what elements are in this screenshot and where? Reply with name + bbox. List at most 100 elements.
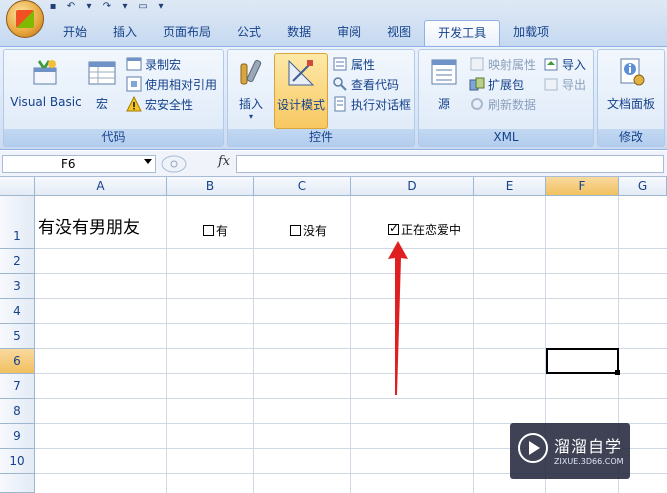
import-icon bbox=[544, 58, 558, 71]
redo-dropdown-icon[interactable]: ▾ bbox=[118, 1, 132, 13]
row-header-7[interactable]: 7 bbox=[0, 374, 35, 399]
redo-icon[interactable]: ↷ bbox=[100, 1, 114, 13]
record-macro-button[interactable]: 录制宏 bbox=[126, 54, 224, 74]
column-header-g[interactable]: G bbox=[619, 177, 667, 196]
column-header-d[interactable]: D bbox=[351, 177, 474, 196]
checkbox-meiyou-label: 没有 bbox=[303, 224, 328, 238]
column-header-e[interactable]: E bbox=[474, 177, 546, 196]
insert-function-button[interactable]: fx bbox=[218, 154, 230, 169]
xml-source-button[interactable]: 源 bbox=[423, 56, 465, 112]
warning-icon bbox=[126, 96, 142, 112]
ribbon: Visual Basic 宏 录制宏 使用相对引用 宏安全性 代码 插入 ▾ 设… bbox=[0, 46, 667, 150]
export-button[interactable]: 导出 bbox=[543, 74, 593, 94]
document-panel-button[interactable]: 文档面板 bbox=[598, 56, 664, 112]
row-header-1[interactable]: 1 bbox=[0, 196, 35, 249]
customize-qat-icon[interactable]: ▾ bbox=[154, 1, 168, 13]
formula-input[interactable] bbox=[236, 155, 664, 173]
formula-bar: F6 fx bbox=[0, 151, 667, 177]
checkbox-you-label: 有 bbox=[216, 224, 229, 238]
row-header-2[interactable]: 2 bbox=[0, 249, 35, 274]
row-header-9[interactable]: 9 bbox=[0, 424, 35, 449]
document-panel-icon bbox=[620, 58, 645, 86]
map-properties-label: 映射属性 bbox=[488, 57, 537, 72]
visual-basic-button[interactable]: Visual Basic bbox=[6, 56, 86, 109]
save-icon[interactable]: ▪ bbox=[46, 1, 60, 13]
column-header-b[interactable]: B bbox=[167, 177, 254, 196]
undo-icon[interactable]: ↶ bbox=[64, 1, 78, 13]
view-code-label: 查看代码 bbox=[351, 77, 400, 92]
row-header-11[interactable] bbox=[0, 474, 35, 493]
code-small-buttons: 录制宏 使用相对引用 宏安全性 bbox=[126, 54, 224, 114]
tab-review[interactable]: 审阅 bbox=[324, 20, 374, 46]
tab-page-layout[interactable]: 页面布局 bbox=[150, 20, 224, 46]
watermark: 溜溜自学 ZIXUE.3D66.COM bbox=[510, 423, 630, 479]
insert-control-button[interactable]: 插入 ▾ bbox=[230, 56, 272, 121]
column-header-a[interactable]: A bbox=[35, 177, 167, 196]
design-mode-icon bbox=[288, 59, 315, 86]
ribbon-tabs: 开始 插入 页面布局 公式 数据 审阅 视图 开发工具 加载项 bbox=[50, 20, 562, 46]
undo-dropdown-icon[interactable]: ▾ bbox=[82, 1, 96, 13]
watermark-title: 溜溜自学 bbox=[554, 437, 623, 456]
properties-icon bbox=[333, 57, 347, 71]
relative-reference-button[interactable]: 使用相对引用 bbox=[126, 74, 224, 94]
row-header-4[interactable]: 4 bbox=[0, 299, 35, 324]
record-macro-icon bbox=[126, 57, 142, 71]
macro-security-button[interactable]: 宏安全性 bbox=[126, 94, 224, 114]
office-button[interactable] bbox=[6, 0, 44, 38]
xml-source-icon bbox=[431, 59, 457, 85]
tab-addins[interactable]: 加载项 bbox=[500, 20, 562, 46]
name-box[interactable]: F6 bbox=[2, 155, 156, 173]
checkbox-you-box[interactable] bbox=[203, 225, 214, 236]
import-button[interactable]: 导入 bbox=[543, 54, 593, 74]
grid-line bbox=[35, 323, 667, 324]
expansion-packs-button[interactable]: 扩展包 bbox=[469, 74, 543, 94]
column-header-f[interactable]: F bbox=[546, 177, 619, 196]
refresh-data-button[interactable]: 刷新数据 bbox=[469, 94, 543, 114]
checkbox-in-love-label: 正在恋爱中 bbox=[401, 223, 462, 237]
visual-basic-icon bbox=[33, 60, 57, 85]
checkbox-in-love[interactable]: 正在恋爱中 bbox=[388, 221, 461, 238]
cell-a1[interactable]: 有没有男朋友 bbox=[38, 213, 140, 238]
checkbox-meiyou[interactable]: 没有 bbox=[290, 222, 327, 239]
row-header-3[interactable]: 3 bbox=[0, 274, 35, 299]
column-header-c[interactable]: C bbox=[254, 177, 351, 196]
fill-handle[interactable] bbox=[615, 370, 620, 375]
export-label: 导出 bbox=[562, 77, 587, 92]
checkbox-in-love-box[interactable] bbox=[388, 221, 399, 235]
map-properties-button[interactable]: 映射属性 bbox=[469, 54, 543, 74]
run-dialog-icon bbox=[334, 96, 346, 112]
tab-view[interactable]: 视图 bbox=[374, 20, 424, 46]
properties-label: 属性 bbox=[351, 57, 376, 72]
refresh-icon bbox=[471, 98, 483, 110]
relative-reference-label: 使用相对引用 bbox=[145, 77, 218, 92]
xml-small-buttons-right: 导入 导出 bbox=[543, 54, 593, 94]
checkbox-you[interactable]: 有 bbox=[203, 222, 228, 239]
view-code-button[interactable]: 查看代码 bbox=[332, 74, 414, 94]
play-logo-icon bbox=[518, 433, 548, 463]
design-mode-button[interactable]: 设计模式 bbox=[274, 53, 328, 129]
modify-group: 文档面板 修改 bbox=[597, 49, 665, 147]
open-folder-icon[interactable]: ▭ bbox=[136, 1, 150, 13]
selected-cell-f6[interactable] bbox=[546, 348, 619, 374]
row-header-6[interactable]: 6 bbox=[0, 349, 35, 374]
expansion-packs-icon bbox=[469, 77, 485, 91]
checkbox-meiyou-box[interactable] bbox=[290, 225, 301, 236]
map-properties-icon bbox=[470, 57, 484, 71]
tab-insert[interactable]: 插入 bbox=[100, 20, 150, 46]
import-label: 导入 bbox=[562, 57, 587, 72]
name-box-dropdown-icon[interactable] bbox=[144, 159, 152, 164]
select-all-corner[interactable] bbox=[0, 177, 35, 196]
tab-data[interactable]: 数据 bbox=[274, 20, 324, 46]
tab-formulas[interactable]: 公式 bbox=[224, 20, 274, 46]
tab-developer[interactable]: 开发工具 bbox=[424, 20, 501, 46]
relative-reference-icon bbox=[126, 76, 142, 92]
row-header-8[interactable]: 8 bbox=[0, 399, 35, 424]
row-header-10[interactable]: 10 bbox=[0, 449, 35, 474]
run-dialog-button[interactable]: 执行对话框 bbox=[332, 94, 414, 114]
row-header-5[interactable]: 5 bbox=[0, 324, 35, 349]
tab-home[interactable]: 开始 bbox=[50, 20, 100, 46]
record-macro-label: 录制宏 bbox=[145, 57, 182, 72]
properties-button[interactable]: 属性 bbox=[332, 54, 414, 74]
export-icon bbox=[544, 78, 558, 91]
macros-button[interactable]: 宏 bbox=[86, 56, 118, 112]
